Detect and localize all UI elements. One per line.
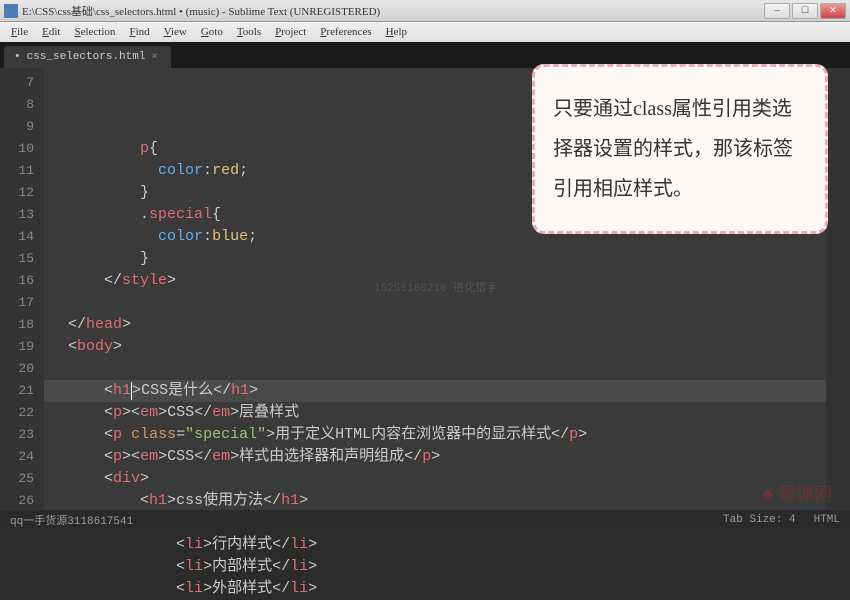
menu-view[interactable]: View <box>157 24 194 40</box>
code-line[interactable]: <li>内部样式</li> <box>50 556 826 578</box>
menu-project[interactable]: Project <box>268 24 313 40</box>
code-line[interactable]: <body> <box>50 336 826 358</box>
brand-logo: ♣ 慕课网 <box>762 480 832 506</box>
watermark-text: 15255160210 进化猎手 <box>374 278 497 300</box>
code-line[interactable]: <h1>css使用方法</h1> <box>50 490 826 512</box>
annotation-text: 只要通过class属性引用类选择器设置的样式，那该标签引用相应样式。 <box>553 98 793 200</box>
code-line[interactable]: <li>外部样式</li> <box>50 578 826 600</box>
window-titlebar: E:\CSS\css基础\css_selectors.html • (music… <box>0 0 850 22</box>
menu-file[interactable]: File <box>4 24 35 40</box>
status-left: qq一手货源3118617541 <box>10 512 133 528</box>
code-line[interactable]: <h1>CSS是什么</h1> <box>44 380 826 402</box>
app-icon <box>4 4 18 18</box>
code-line[interactable]: <li>行内样式</li> <box>50 534 826 556</box>
window-controls: — ☐ ✕ <box>764 3 846 19</box>
tab-label: css_selectors.html <box>27 51 146 63</box>
code-line[interactable]: <p><em>CSS</em>样式由选择器和声明组成</p> <box>50 446 826 468</box>
menu-bar: File Edit Selection Find View Goto Tools… <box>0 22 850 42</box>
menu-find[interactable]: Find <box>122 24 156 40</box>
code-line[interactable]: </head> <box>50 314 826 336</box>
code-line[interactable]: <p class="special">用于定义HTML内容在浏览器中的显示样式<… <box>50 424 826 446</box>
code-line[interactable]: } <box>50 248 826 270</box>
annotation-box: 只要通过class属性引用类选择器设置的样式，那该标签引用相应样式。 <box>532 64 828 234</box>
tab-file[interactable]: • css_selectors.html × <box>4 46 171 68</box>
minimap[interactable] <box>826 68 850 510</box>
code-line[interactable]: <p><em>CSS</em>层叠样式 <box>50 402 826 424</box>
status-language[interactable]: HTML <box>814 514 840 526</box>
code-line[interactable] <box>50 358 826 380</box>
menu-preferences[interactable]: Preferences <box>313 24 378 40</box>
tab-close-icon[interactable]: × <box>151 52 157 63</box>
maximize-button[interactable]: ☐ <box>792 3 818 19</box>
status-tabsize[interactable]: Tab Size: 4 <box>723 514 796 526</box>
minimize-button[interactable]: — <box>764 3 790 19</box>
line-number-gutter: 789101112131415161718192021222324252627 <box>0 68 44 510</box>
menu-edit[interactable]: Edit <box>35 24 67 40</box>
menu-selection[interactable]: Selection <box>67 24 122 40</box>
window-title: E:\CSS\css基础\css_selectors.html • (music… <box>22 3 764 19</box>
close-button[interactable]: ✕ <box>820 3 846 19</box>
code-line[interactable]: <div> <box>50 468 826 490</box>
menu-goto[interactable]: Goto <box>194 24 230 40</box>
menu-help[interactable]: Help <box>379 24 414 40</box>
tab-dirty-icon: • <box>14 51 21 63</box>
status-bar: qq一手货源3118617541 Tab Size: 4 HTML <box>0 510 850 530</box>
menu-tools[interactable]: Tools <box>230 24 268 40</box>
